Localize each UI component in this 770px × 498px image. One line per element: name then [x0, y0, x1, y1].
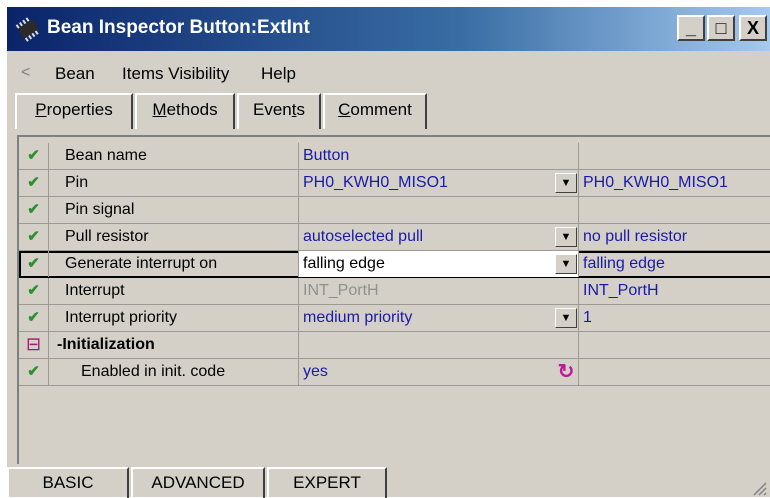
- property-value-2: [579, 143, 770, 169]
- resize-grip-icon[interactable]: [751, 480, 767, 496]
- property-value-input[interactable]: falling edge: [299, 251, 579, 277]
- grid-row-interrupt[interactable]: ✔ Interrupt INT_PortH INT_PortH: [19, 278, 770, 305]
- grid-row-pin-signal[interactable]: ✔ Pin signal: [19, 197, 770, 224]
- property-grid: ✔ Bean name Button ✔ Pin PH0_KWH0_MISO1 …: [17, 135, 770, 464]
- check-icon: ✔: [19, 359, 49, 385]
- property-value-2: 1: [583, 309, 592, 326]
- property-name: Bean name: [49, 143, 299, 169]
- menu-bean[interactable]: Bean: [55, 64, 95, 84]
- check-icon: ✔: [19, 305, 49, 331]
- property-value-2: no pull resistor: [583, 228, 688, 245]
- tab-basic[interactable]: BASIC: [7, 467, 129, 498]
- property-value-2: INT_PortH: [583, 282, 659, 299]
- grid-row-pull-resistor[interactable]: ✔ Pull resistor autoselected pull ▼ no p…: [19, 224, 770, 251]
- property-value[interactable]: [299, 197, 579, 223]
- tab-properties[interactable]: Properties: [15, 93, 133, 129]
- tab-events[interactable]: Events: [237, 93, 321, 129]
- property-value-2: falling edge: [583, 255, 665, 272]
- minimize-button[interactable]: _: [677, 15, 705, 41]
- check-icon: ✔: [19, 278, 49, 304]
- property-value[interactable]: PH0_KWH0_MISO1: [299, 170, 579, 196]
- property-value-2: PH0_KWH0_MISO1: [583, 174, 728, 191]
- menu-help[interactable]: Help: [261, 64, 296, 84]
- grid-row-generate-interrupt[interactable]: ✔ Generate interrupt on falling edge ▼ f…: [19, 251, 770, 278]
- property-value[interactable]: yes: [299, 359, 579, 385]
- property-name: Enabled in init. code: [49, 359, 299, 385]
- level-tab-bar: BASIC ADVANCED EXPERT: [7, 467, 770, 498]
- tab-comment[interactable]: Comment: [323, 93, 427, 129]
- maximize-button[interactable]: □: [707, 15, 735, 41]
- grid-row-pin[interactable]: ✔ Pin PH0_KWH0_MISO1 ▼ PH0_KWH0_MISO1: [19, 170, 770, 197]
- bean-inspector-window: Bean Inspector Button:ExtInt _ □ X < Bea…: [6, 6, 770, 498]
- grid-row-enabled-init[interactable]: ✔ Enabled in init. code yes ↻: [19, 359, 770, 386]
- menu-bar: < Bean Items Visibility Help: [7, 61, 770, 89]
- property-name: Interrupt: [49, 278, 299, 304]
- close-button[interactable]: X: [739, 15, 767, 41]
- window-title: Bean Inspector Button:ExtInt: [47, 17, 310, 38]
- tab-advanced[interactable]: ADVANCED: [131, 467, 265, 498]
- property-value[interactable]: autoselected pull: [299, 224, 579, 250]
- menu-items-visibility[interactable]: Items Visibility: [122, 64, 229, 84]
- check-icon: ✔: [19, 170, 49, 196]
- check-icon: ✔: [19, 197, 49, 223]
- property-name: Pin: [49, 170, 299, 196]
- chip-icon: [15, 17, 39, 42]
- property-value: [299, 332, 579, 358]
- property-value[interactable]: medium priority: [299, 305, 579, 331]
- property-name: Generate interrupt on: [49, 251, 299, 277]
- tab-methods[interactable]: Methods: [135, 93, 235, 129]
- property-value[interactable]: Button: [299, 143, 579, 169]
- property-name: Interrupt priority: [49, 305, 299, 331]
- property-value: INT_PortH: [299, 278, 579, 304]
- title-bar[interactable]: Bean Inspector Button:ExtInt _ □ X: [7, 7, 770, 51]
- dropdown-arrow-icon[interactable]: ▼: [555, 227, 577, 247]
- property-name: Pull resistor: [49, 224, 299, 250]
- grid-row-bean-name[interactable]: ✔ Bean name Button: [19, 143, 770, 170]
- property-value-2: [579, 197, 770, 223]
- property-name: Pin signal: [49, 197, 299, 223]
- check-icon: ✔: [19, 251, 49, 277]
- back-arrow-icon[interactable]: <: [21, 64, 30, 82]
- collapse-icon[interactable]: ⊟: [19, 332, 49, 358]
- group-name: -Initialization: [49, 332, 299, 358]
- tab-expert[interactable]: EXPERT: [267, 467, 387, 498]
- dropdown-arrow-icon[interactable]: ▼: [555, 254, 577, 274]
- property-value-2: [579, 359, 770, 385]
- grid-row-interrupt-priority[interactable]: ✔ Interrupt priority medium priority ▼ 1: [19, 305, 770, 332]
- check-icon: ✔: [19, 143, 49, 169]
- dropdown-arrow-icon[interactable]: ▼: [555, 308, 577, 328]
- refresh-icon[interactable]: ↻: [555, 361, 577, 383]
- property-value-2: [579, 332, 770, 358]
- check-icon: ✔: [19, 224, 49, 250]
- grid-row-initialization[interactable]: ⊟ -Initialization: [19, 332, 770, 359]
- dropdown-arrow-icon[interactable]: ▼: [555, 173, 577, 193]
